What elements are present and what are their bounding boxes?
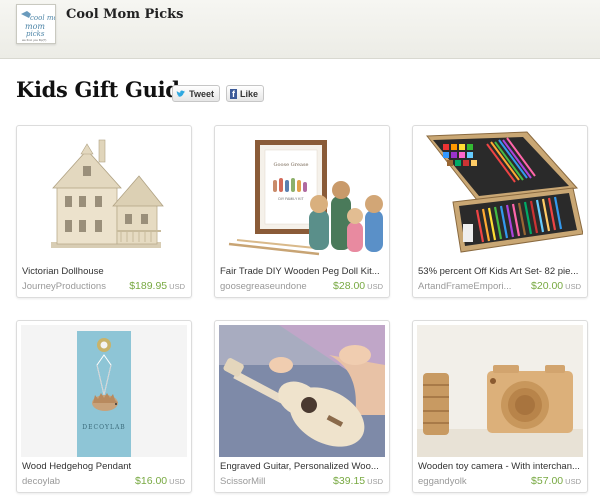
svg-text:DIY FAMILY KIT: DIY FAMILY KIT <box>278 197 304 201</box>
product-title[interactable]: Fair Trade DIY Wooden Peg Doll Kit... <box>220 266 384 277</box>
svg-text:DECOYLAB: DECOYLAB <box>82 424 125 431</box>
product-card[interactable]: Wooden toy camera - With interchan... eg… <box>412 320 588 493</box>
price-currency: USD <box>367 282 383 291</box>
seller-name[interactable]: JourneyProductions <box>22 281 122 292</box>
product-image-peg-doll-kit[interactable]: Goose Grease DIY FAMILY KIT <box>219 130 385 262</box>
svg-text:Goose Grease: Goose Grease <box>274 162 309 168</box>
shop-name[interactable]: Cool Mom Picks <box>66 7 183 22</box>
like-label: Like <box>239 88 258 99</box>
price-currency: USD <box>169 477 185 486</box>
product-price: $39.15 USD <box>333 475 383 487</box>
page-title: Kids Gift Guide <box>16 77 193 102</box>
price-amount: $57.00 <box>531 475 564 487</box>
product-card[interactable]: Victorian Dollhouse JourneyProductions $… <box>16 125 192 298</box>
product-image-engraved-guitar[interactable] <box>219 325 385 457</box>
product-image-wooden-camera[interactable] <box>417 325 583 457</box>
price-amount: $16.00 <box>135 475 168 487</box>
seller-name[interactable]: ScissorMill <box>220 476 320 487</box>
seller-name[interactable]: goosegreaseundone <box>220 281 320 292</box>
price-currency: USD <box>367 477 383 486</box>
price-amount: $28.00 <box>333 280 366 292</box>
price-amount: $189.95 <box>129 280 168 292</box>
product-card[interactable]: DECOYLAB Wood Hedgehog Pendant decoylab … <box>16 320 192 493</box>
price-amount: $39.15 <box>333 475 366 487</box>
product-image-hedgehog-pendant[interactable]: DECOYLAB <box>21 325 187 457</box>
svg-text:we find. you flip(?): we find. you flip(?) <box>22 38 46 42</box>
product-card[interactable]: 53% percent Off Kids Art Set- 82 pie... … <box>412 125 588 298</box>
price-currency: USD <box>565 282 581 291</box>
top-bar: cool mom picks mom picks we find. you fl… <box>0 0 600 59</box>
product-title[interactable]: Wood Hedgehog Pendant <box>22 461 186 472</box>
product-title[interactable]: Victorian Dollhouse <box>22 266 186 277</box>
product-price: $189.95 USD <box>129 280 185 292</box>
shop-avatar[interactable]: cool mom picks mom picks we find. you fl… <box>16 4 56 44</box>
product-title[interactable]: Engraved Guitar, Personalized Woo... <box>220 461 384 472</box>
price-currency: USD <box>565 477 581 486</box>
product-title[interactable]: 53% percent Off Kids Art Set- 82 pie... <box>418 266 582 277</box>
seller-name[interactable]: decoylab <box>22 476 122 487</box>
twitter-icon <box>176 89 186 97</box>
product-price: $28.00 USD <box>333 280 383 292</box>
tweet-label: Tweet <box>189 88 214 99</box>
cool-mom-picks-logo: cool mom picks mom picks we find. you fl… <box>17 5 55 43</box>
like-button[interactable]: f Like <box>226 85 264 102</box>
seller-name[interactable]: eggandyolk <box>418 476 518 487</box>
product-price: $20.00 USD <box>531 280 581 292</box>
product-price: $57.00 USD <box>531 475 581 487</box>
product-image-art-set[interactable] <box>417 130 583 262</box>
facebook-icon: f <box>230 88 237 99</box>
price-currency: USD <box>169 282 185 291</box>
tweet-button[interactable]: Tweet <box>172 85 220 102</box>
seller-name[interactable]: ArtandFrameEmpori... <box>418 281 518 292</box>
svg-text:cool mom picks: cool mom picks <box>30 14 55 22</box>
price-amount: $20.00 <box>531 280 564 292</box>
product-card[interactable]: Goose Grease DIY FAMILY KIT Fair Trade D… <box>214 125 390 298</box>
product-card[interactable]: Engraved Guitar, Personalized Woo... Sci… <box>214 320 390 493</box>
svg-text:picks: picks <box>26 30 45 38</box>
product-title[interactable]: Wooden toy camera - With interchan... <box>418 461 582 472</box>
product-image-dollhouse[interactable] <box>21 130 187 262</box>
product-price: $16.00 USD <box>135 475 185 487</box>
